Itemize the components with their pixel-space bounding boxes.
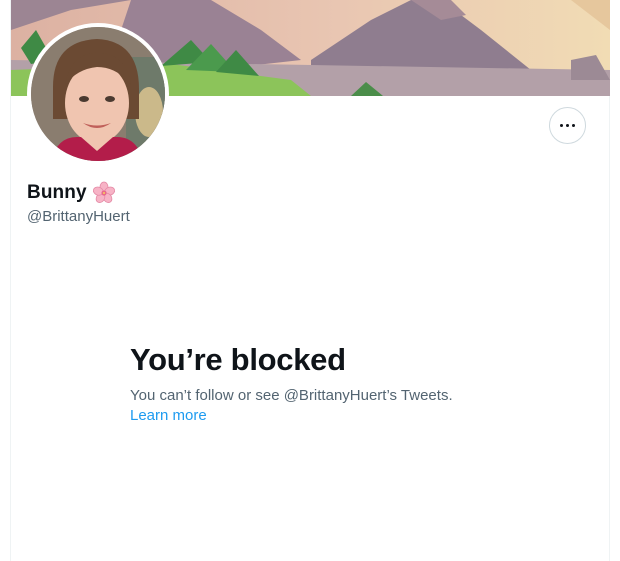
blocked-title: You’re blocked [130,342,346,377]
learn-more-link[interactable]: Learn more [130,406,530,426]
profile-name-row: Bunny [27,181,116,205]
profile-avatar[interactable] [27,23,169,165]
profile-handle: @BrittanyHuert [27,208,130,225]
profile-column: Bunny @BrittanyHuert You’re blocked You … [10,0,610,561]
blocked-notice: You’re blocked You can’t follow or see @… [130,342,530,426]
blocked-description: You can’t follow or see @BrittanyHuert’s… [130,387,453,404]
more-options-button[interactable] [549,107,586,144]
more-horizontal-icon [559,123,576,128]
display-name: Bunny [27,182,87,203]
avatar-photo [31,27,165,161]
cherry-blossom-icon [92,181,115,203]
